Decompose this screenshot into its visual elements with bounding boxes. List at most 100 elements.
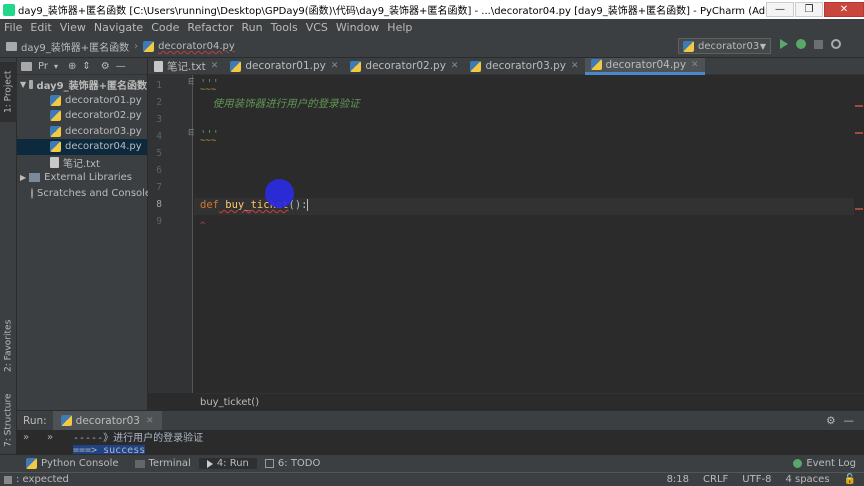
close-icon[interactable]: ✕ [571,61,579,71]
menu-bar: File Edit View Navigate Code Refactor Ru… [0,19,864,36]
code-editor[interactable]: ''' ~~~ 使用装饰器进行用户的登录验证 ''' ~~~ def buy_t… [194,75,854,393]
tab-label: Python Console [41,458,119,469]
collapse-icon[interactable]: ⇕ [82,61,90,72]
run-icon[interactable] [780,39,788,49]
terminal-icon [134,459,145,468]
menu-navigate[interactable]: Navigate [90,21,147,34]
nav-crumb-file[interactable]: decorator04.py [143,41,235,52]
bottom-tool-tabs: Python Console Terminal 4: Run 6: TODO E… [0,454,864,472]
python-file-icon [60,415,72,426]
run-output: » » -----》进行用户的登录验证 ===> success [17,430,864,454]
hide-icon[interactable]: — [844,415,855,427]
close-icon[interactable]: ✕ [331,61,339,71]
restore-button[interactable]: ❐ [795,2,823,17]
menu-view[interactable]: View [56,21,90,34]
tab-favorites[interactable]: 2: Favorites [0,313,17,378]
menu-tools[interactable]: Tools [267,21,302,34]
editor-tab[interactable]: decorator01.py ✕ [224,58,344,75]
menu-file[interactable]: File [0,21,26,34]
editor-tab-label: decorator04.py [605,58,687,71]
editor-tab-label: decorator02.py [365,60,446,72]
stop-icon[interactable] [814,39,823,49]
external-libraries-label: External Libraries [44,172,133,184]
error-marker[interactable] [855,132,863,134]
close-icon[interactable]: ✕ [691,60,699,70]
caret-position[interactable]: 8:18 [667,474,689,485]
editor-tab[interactable]: 笔记.txt ✕ [148,58,224,75]
tree-external-libraries[interactable]: ▶ External Libraries [17,170,147,186]
python-file-icon [50,94,61,106]
line-number: 2 [156,97,162,108]
line-number: 1 [156,80,162,91]
close-button[interactable]: ✕ [824,2,864,17]
error-marker[interactable] [855,208,863,210]
tab-python-console[interactable]: Python Console [0,458,127,469]
chevron-down-icon[interactable]: ▾ [54,62,58,71]
menu-help[interactable]: Help [383,21,416,34]
error-marker[interactable] [855,105,863,107]
close-icon[interactable]: ✕ [146,416,154,426]
editor-tab[interactable]: decorator02.py ✕ [344,58,464,75]
tab-terminal[interactable]: Terminal [127,458,199,469]
tree-root[interactable]: ▼ day9_装饰器+匿名函数 [17,77,147,93]
gear-icon[interactable]: ⚙ [826,415,835,427]
event-log[interactable]: Event Log [785,458,864,469]
editor-tab-active[interactable]: decorator04.py ✕ [584,57,705,75]
project-view-label[interactable]: Pr [38,61,48,72]
python-file-icon [230,60,242,72]
close-icon[interactable]: ✕ [211,61,219,71]
tree-file-selected[interactable]: decorator04.py [17,139,147,155]
indent-setting[interactable]: 4 spaces [785,474,829,485]
project-toolbar: Pr ▾ ⊕ ⇕ ⚙ — [17,58,147,75]
tab-label: Terminal [148,458,191,469]
tab-project[interactable]: 1: Project [0,62,17,122]
menu-run[interactable]: Run [238,21,267,34]
rerun-icon[interactable]: » [23,432,29,443]
file-encoding[interactable]: UTF-8 [742,474,771,485]
tab-structure[interactable]: 7: Structure [0,386,17,454]
status-bar: : expected 8:18 CRLF UTF-8 4 spaces 🔓 [0,472,864,486]
hide-icon[interactable]: — [116,61,126,72]
minimize-button[interactable]: — [766,2,794,17]
search-icon[interactable] [831,39,841,49]
chevron-right-icon: › [134,41,139,52]
tab-todo[interactable]: 6: TODO [257,458,328,469]
run-label: Run: [23,414,47,427]
status-toggle-icon[interactable] [4,475,12,484]
window-title: day9_装饰器+匿名函数 [C:\Users\running\Desktop\… [18,6,765,17]
tree-scratches[interactable]: Scratches and Console [17,186,151,202]
text-file-icon [154,60,163,72]
line-number: 8 [156,199,162,210]
menu-vcs[interactable]: VCS [302,21,332,34]
nav-crumb-project[interactable]: day9_装饰器+匿名函数 › [0,39,143,54]
tab-run[interactable]: 4: Run [198,458,257,469]
tree-file[interactable]: 笔记.txt [17,155,147,171]
chevron-right-icon: ▶ [20,173,27,183]
scratches-label: Scratches and Console [37,187,152,199]
lock-icon[interactable]: 🔓 [844,474,856,485]
menu-refactor[interactable]: Refactor [183,21,237,34]
output-line: -----》进行用户的登录验证 [73,433,204,444]
line-number: 7 [156,182,162,193]
run-tab[interactable]: decorator03 ✕ [52,410,162,431]
debug-icon[interactable] [796,39,806,49]
locate-icon[interactable]: ⊕ [68,61,76,72]
menu-edit[interactable]: Edit [26,21,55,34]
tab-label: 6: TODO [277,458,321,469]
editor-tab[interactable]: decorator03.py ✕ [464,58,584,75]
gear-icon[interactable]: ⚙ [101,61,110,72]
run-tab-label: decorator03 [75,414,140,427]
line-number: 3 [156,114,162,125]
menu-window[interactable]: Window [332,21,383,34]
project-panel: Pr ▾ ⊕ ⇕ ⚙ — ▼ day9_装饰器+匿名函数 decorator01… [17,58,151,410]
line-separator[interactable]: CRLF [703,474,728,485]
run-configuration-select[interactable]: decorator03 ▼ [678,38,771,54]
close-icon[interactable]: ✕ [451,61,459,71]
tree-file[interactable]: decorator02.py [17,108,147,124]
tree-file[interactable]: decorator01.py [17,93,147,109]
tree-file[interactable]: decorator03.py [17,124,147,140]
error-stripe[interactable] [854,75,864,393]
menu-code[interactable]: Code [147,21,183,34]
expand-icon[interactable]: » [47,432,53,443]
code-breadcrumb[interactable]: buy_ticket() [194,393,864,410]
